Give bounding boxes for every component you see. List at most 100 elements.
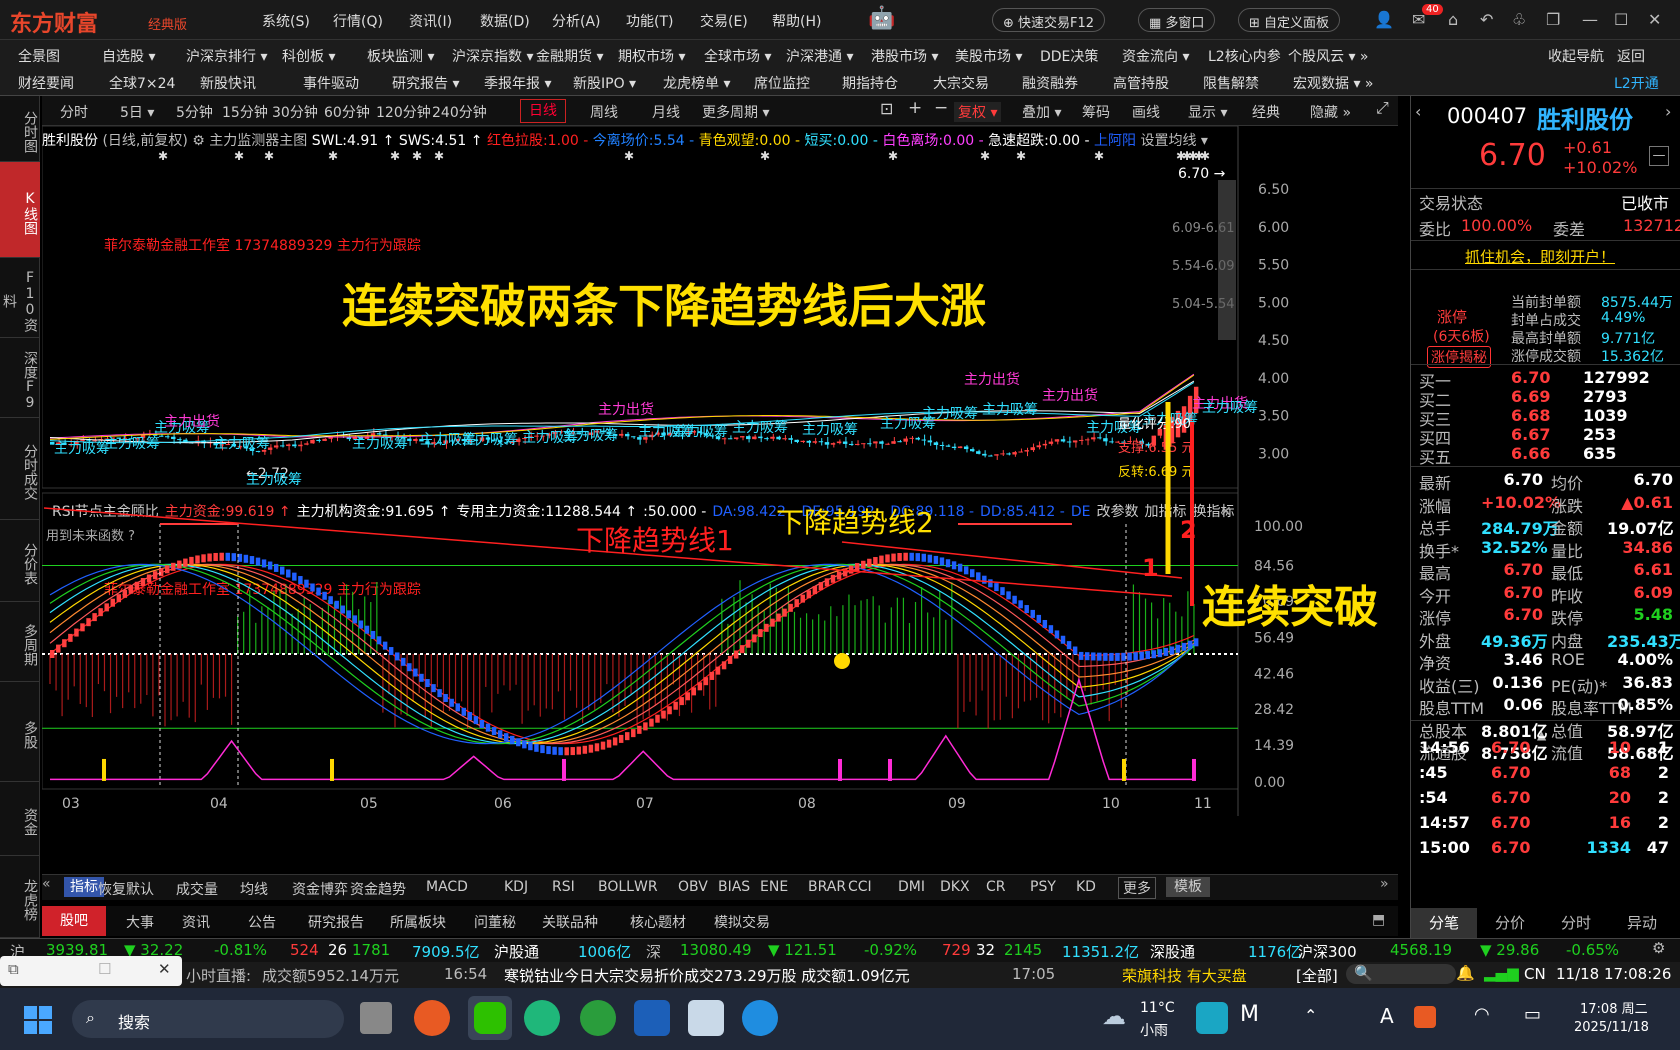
info-tab[interactable]: 核心题材 — [630, 912, 686, 932]
nav-item[interactable]: 全球市场 ▾ — [704, 46, 771, 66]
kline-chart[interactable]: 6.506.005.505.004.504.003.503.006.09-6.6… — [42, 126, 1398, 864]
nav-item[interactable]: 资金流向 ▾ — [1122, 46, 1189, 66]
nav-item[interactable]: 沪深京排行 ▾ — [186, 46, 267, 66]
browser-e-icon[interactable] — [580, 1000, 616, 1036]
indicator-tab[interactable]: MACD — [426, 879, 468, 895]
period-tab[interactable]: 15分钟 — [222, 102, 268, 122]
indicator-tab[interactable]: 成交量 — [176, 879, 218, 899]
ime-icon[interactable]: A — [1380, 1004, 1394, 1028]
lock-icon[interactable]: ⊡ — [880, 99, 893, 118]
indicator-tab[interactable]: 恢复默认 — [98, 879, 154, 899]
left-tab[interactable]: 深度F9 — [0, 338, 40, 418]
copy-icon[interactable]: ⧉ — [8, 960, 19, 978]
big-buy-alert[interactable]: 荣旗科技 有大买盘 — [1122, 965, 1247, 986]
left-tab[interactable]: 龙虎榜 — [0, 856, 40, 938]
period-tab[interactable]: 5分钟 — [176, 102, 213, 122]
menu-function[interactable]: 功能(T) — [626, 11, 673, 31]
indicator-tab[interactable]: KDJ — [504, 879, 528, 895]
indicator-tab[interactable]: BIAS — [718, 879, 750, 895]
nav-item[interactable]: 期权市场 ▾ — [618, 46, 685, 66]
nav-item[interactable]: 宏观数据 ▾ » — [1293, 73, 1374, 93]
nav-item[interactable]: 事件驱动 — [303, 73, 359, 93]
maximize-icon[interactable]: ☐ — [1614, 10, 1628, 29]
nav-item[interactable]: 港股市场 ▾ — [871, 46, 938, 66]
nav-item[interactable]: L2开通 — [1614, 73, 1659, 93]
info-tab[interactable]: 模拟交易 — [714, 912, 770, 932]
menu-analysis[interactable]: 分析(A) — [552, 11, 601, 31]
indicator-tab[interactable]: OBV — [678, 879, 708, 895]
left-tab[interactable]: 分时图 — [0, 96, 40, 162]
scroll-right-icon[interactable]: » — [1380, 876, 1389, 892]
app-icon-s[interactable] — [524, 1000, 560, 1036]
quote-tab[interactable]: 分价 — [1477, 908, 1543, 938]
info-tab[interactable]: 关联品种 — [542, 912, 598, 932]
indicator-tab[interactable]: BRAR — [808, 879, 846, 895]
open-account-link[interactable]: 抓住机会，即刻开户！ — [1465, 246, 1615, 267]
taskbar-search[interactable]: ⌕ 搜索 — [72, 1000, 344, 1038]
robot-icon[interactable]: 🤖 — [868, 6, 895, 31]
chart-tool[interactable]: 画线 — [1132, 102, 1160, 122]
nav-item[interactable]: 期指持仓 — [842, 73, 898, 93]
info-tab[interactable]: 研究报告 — [308, 912, 364, 932]
nav-item[interactable]: 席位监控 — [754, 73, 810, 93]
nav-item[interactable]: 新股快讯 — [200, 73, 256, 93]
custom-panel-button[interactable]: ⊞ 自定义面板 — [1238, 8, 1341, 32]
indicator-tab[interactable]: 均线 — [240, 879, 268, 899]
left-tab[interactable]: 多股 — [0, 682, 40, 782]
indicator-tab[interactable]: ENE — [760, 879, 788, 895]
nav-item[interactable]: L2核心内参 — [1208, 46, 1281, 66]
left-tab[interactable]: 资金 — [0, 782, 40, 856]
prev-stock-icon[interactable]: ‹ — [1415, 102, 1421, 121]
nav-item[interactable]: 自选股 ▾ — [102, 46, 155, 66]
nav-item[interactable]: 大宗交易 — [933, 73, 989, 93]
nav-item[interactable]: 沪深港通 ▾ — [786, 46, 853, 66]
settings-icon[interactable]: ⚙ — [1652, 939, 1665, 957]
lower-indicator-field[interactable]: 改参数 — [1096, 503, 1138, 520]
indicator-tab[interactable]: DMI — [898, 879, 925, 895]
menu-data[interactable]: 数据(D) — [480, 11, 530, 31]
nav-item[interactable]: 新股IPO ▾ — [573, 73, 636, 93]
task-view-icon[interactable] — [360, 1002, 392, 1034]
collapse-icon[interactable]: — — [1649, 146, 1669, 166]
popup-close-icon[interactable]: ✕ — [158, 960, 171, 978]
nav-item[interactable]: 研究报告 ▾ — [392, 73, 459, 93]
period-tab[interactable]: 周线 — [590, 102, 618, 122]
indicator-tab[interactable]: KD — [1076, 879, 1096, 895]
user-icon[interactable]: 👤 — [1374, 10, 1394, 29]
window-icon[interactable]: ☐ — [98, 960, 111, 978]
skin-icon[interactable]: ♧ — [1512, 10, 1526, 29]
info-tab[interactable]: 所属板块 — [390, 912, 446, 932]
tray-up-icon[interactable]: ⌃ — [1304, 1006, 1317, 1025]
zoom-out-icon[interactable]: − — [934, 98, 948, 118]
nav-item[interactable]: 个股风云 ▾ » — [1288, 46, 1369, 66]
scroll-left-icon[interactable]: « — [42, 876, 51, 892]
indicator-tab[interactable]: WR — [634, 879, 658, 895]
ship-app-icon[interactable] — [634, 1000, 670, 1036]
minimize-icon[interactable]: — — [1582, 10, 1598, 29]
nav-item[interactable]: 融资融券 — [1022, 73, 1078, 93]
indicator-tab[interactable]: CCI — [848, 879, 872, 895]
info-tab[interactable]: 大事 — [126, 912, 154, 932]
info-tab[interactable]: 公告 — [248, 912, 276, 932]
chart-tool[interactable]: 筹码 — [1082, 102, 1110, 122]
indicator-tab[interactable]: 资金博弈 — [292, 879, 348, 899]
menu-system[interactable]: 系统(S) — [262, 11, 310, 31]
expand-panel-icon[interactable]: ⬒ — [1372, 912, 1385, 928]
nav-item[interactable]: 沪深京指数 ▾ — [452, 46, 533, 66]
next-stock-icon[interactable]: › — [1665, 102, 1671, 121]
indicator-tab[interactable]: PSY — [1030, 879, 1056, 895]
chart-tool[interactable]: 复权 ▾ — [954, 102, 1002, 122]
indicator-tab[interactable]: CR — [986, 879, 1006, 895]
nav-item[interactable]: 美股市场 ▾ — [955, 46, 1022, 66]
period-tab[interactable]: 120分钟 — [376, 102, 431, 122]
quote-tab[interactable]: 分笔 — [1411, 908, 1477, 938]
left-tab[interactable]: 分时成交 — [0, 418, 40, 520]
windows-start-icon[interactable] — [24, 1006, 52, 1034]
indicator-tab[interactable]: 资金趋势 — [350, 879, 406, 899]
hgt-link[interactable]: 沪股通 — [494, 941, 539, 962]
multi-window-button[interactable]: ▦ 多窗口 — [1138, 8, 1216, 32]
quote-tab[interactable]: 分时 — [1543, 908, 1609, 938]
nav-item[interactable]: 季报年报 ▾ — [484, 73, 551, 93]
menu-quote[interactable]: 行情(Q) — [333, 11, 383, 31]
chart-tool[interactable]: 显示 ▾ — [1188, 102, 1227, 122]
